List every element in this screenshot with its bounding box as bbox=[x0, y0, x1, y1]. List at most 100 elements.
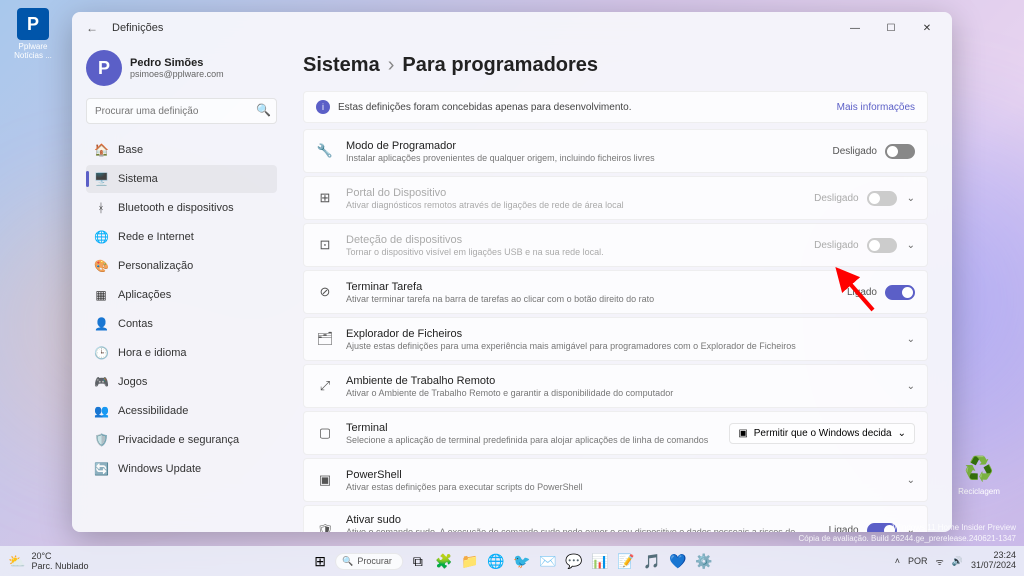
toggle-switch bbox=[867, 238, 897, 253]
recycle-label: Reciclagem bbox=[954, 487, 1004, 496]
weather-widget[interactable]: ⛅ 20°C Parc. Nublado bbox=[8, 551, 88, 571]
back-button[interactable]: ← bbox=[80, 21, 104, 35]
setting-status: Ligado bbox=[847, 287, 877, 298]
taskbar-clock[interactable]: 23:24 31/07/2024 bbox=[971, 551, 1016, 571]
nav-icon: 🖥️ bbox=[94, 172, 108, 186]
chevron-right-icon: › bbox=[388, 54, 395, 77]
setting-title: Deteção de dispositivos bbox=[346, 234, 814, 246]
toggle-switch[interactable] bbox=[885, 285, 915, 300]
tray-volume-icon[interactable]: 🔊 bbox=[952, 556, 963, 567]
taskbar-app[interactable]: 💬 bbox=[563, 550, 585, 572]
setting-desc: Ativar estas definições para executar sc… bbox=[346, 482, 897, 492]
setting-status: Desligado bbox=[814, 240, 858, 251]
recycle-bin[interactable]: ♻️ Reciclagem bbox=[954, 453, 1004, 496]
setting-row[interactable]: ⤢ Ambiente de Trabalho Remoto Ativar o A… bbox=[303, 364, 928, 408]
nav-label: Rede e Internet bbox=[118, 231, 194, 243]
app-icon: P bbox=[17, 8, 49, 40]
taskbar-app[interactable]: 🧩 bbox=[433, 550, 455, 572]
avatar: P bbox=[86, 50, 122, 86]
taskbar-app[interactable]: 📁 bbox=[459, 550, 481, 572]
sidebar-item[interactable]: 🛡️ Privacidade e segurança bbox=[86, 426, 277, 454]
nav-label: Windows Update bbox=[118, 463, 201, 475]
task-view-button[interactable]: ⧉ bbox=[407, 550, 429, 572]
weather-desc: Parc. Nublado bbox=[31, 561, 88, 571]
start-button[interactable]: ⊞ bbox=[309, 550, 331, 572]
setting-row[interactable]: ⊡ Deteção de dispositivos Tornar o dispo… bbox=[303, 223, 928, 267]
setting-row[interactable]: ▣ PowerShell Ativar estas definições par… bbox=[303, 458, 928, 502]
chevron-down-icon[interactable]: ⌄ bbox=[907, 240, 915, 251]
setting-status: Desligado bbox=[814, 193, 858, 204]
taskbar-app[interactable]: 🎵 bbox=[641, 550, 663, 572]
setting-title: Ativar sudo bbox=[346, 514, 829, 526]
sidebar-item[interactable]: 🖥️Sistema bbox=[86, 165, 277, 193]
tray-network-icon[interactable]: ᯤ bbox=[936, 555, 944, 568]
sidebar-item[interactable]: ▦Aplicações bbox=[86, 281, 277, 309]
nav-label: Jogos bbox=[118, 376, 147, 388]
nav-icon: 🕒 bbox=[94, 346, 108, 360]
nav-icon: 🛡️ bbox=[94, 433, 108, 447]
sidebar-item[interactable]: 🕒 Hora e idioma bbox=[86, 339, 277, 367]
sidebar-item[interactable]: 👥 Acessibilidade bbox=[86, 397, 277, 425]
desktop-shortcut[interactable]: P Pplware Notícias ... bbox=[8, 8, 58, 60]
info-link[interactable]: Mais informações bbox=[837, 102, 915, 113]
sidebar: P Pedro Simões psimoes@pplware.com 🔍 🏠Ba… bbox=[72, 44, 287, 532]
sidebar-item[interactable]: 🏠Base bbox=[86, 136, 277, 164]
maximize-button[interactable]: ☐ bbox=[874, 16, 908, 40]
nav-icon: 🎮 bbox=[94, 375, 108, 389]
breadcrumb-parent[interactable]: Sistema bbox=[303, 54, 380, 77]
setting-row[interactable]: ⊞ Portal do Dispositivo Ativar diagnósti… bbox=[303, 176, 928, 220]
taskbar-app[interactable]: 🐦 bbox=[511, 550, 533, 572]
setting-row[interactable]: 🗂 Explorador de Ficheiros Ajuste estas d… bbox=[303, 317, 928, 361]
setting-title: Explorador de Ficheiros bbox=[346, 328, 897, 340]
titlebar: ← Definições — ☐ ✕ bbox=[72, 12, 952, 44]
setting-title: Modo de Programador bbox=[346, 140, 833, 152]
toggle-switch bbox=[867, 191, 897, 206]
nav-icon: 🌐 bbox=[94, 230, 108, 244]
sidebar-item[interactable]: 🎮 Jogos bbox=[86, 368, 277, 396]
breadcrumb: Sistema › Para programadores bbox=[303, 54, 928, 77]
minimize-button[interactable]: — bbox=[838, 16, 872, 40]
taskbar-app[interactable]: 💙 bbox=[667, 550, 689, 572]
search-box[interactable]: 🔍 bbox=[86, 98, 277, 124]
nav-list: 🏠Base🖥️SistemaᚼBluetooth e dispositivos🌐… bbox=[86, 136, 277, 483]
chevron-down-icon[interactable]: ⌄ bbox=[907, 193, 915, 204]
tray-lang[interactable]: POR bbox=[908, 556, 928, 566]
nav-icon: 👤 bbox=[94, 317, 108, 331]
info-icon: i bbox=[316, 100, 330, 114]
sidebar-item[interactable]: 🔄Windows Update bbox=[86, 455, 277, 483]
breadcrumb-current: Para programadores bbox=[402, 54, 598, 77]
shortcut-label: Pplware Notícias ... bbox=[8, 42, 58, 60]
chevron-down-icon[interactable]: ⌄ bbox=[907, 381, 915, 392]
sidebar-item[interactable]: 👤 Contas bbox=[86, 310, 277, 338]
search-input[interactable] bbox=[86, 98, 277, 124]
sidebar-item[interactable]: 🎨Personalização bbox=[86, 252, 277, 280]
weather-temp: 20°C bbox=[31, 551, 88, 561]
setting-title: Terminal bbox=[346, 422, 729, 434]
nav-label: Hora e idioma bbox=[118, 347, 186, 359]
profile[interactable]: P Pedro Simões psimoes@pplware.com bbox=[86, 50, 277, 86]
taskbar-app[interactable]: ⚙️ bbox=[693, 550, 715, 572]
chevron-down-icon[interactable]: ⌄ bbox=[907, 334, 915, 345]
chevron-down-icon[interactable]: ⌄ bbox=[907, 475, 915, 486]
sidebar-item[interactable]: 🌐 Rede e Internet bbox=[86, 223, 277, 251]
profile-name: Pedro Simões bbox=[130, 57, 224, 69]
close-button[interactable]: ✕ bbox=[910, 16, 944, 40]
nav-icon: 👥 bbox=[94, 404, 108, 418]
nav-label: Contas bbox=[118, 318, 153, 330]
terminal-dropdown[interactable]: ▣Permitir que o Windows decida⌄ bbox=[729, 423, 915, 444]
setting-icon: 🔧 bbox=[316, 143, 334, 159]
taskbar: ⛅ 20°C Parc. Nublado ⊞ 🔍 Procurar ⧉ 🧩 📁 … bbox=[0, 546, 1024, 576]
toggle-switch[interactable] bbox=[885, 144, 915, 159]
nav-label: Acessibilidade bbox=[118, 405, 188, 417]
taskbar-app[interactable]: 🌐 bbox=[485, 550, 507, 572]
taskbar-search[interactable]: 🔍 Procurar bbox=[335, 553, 403, 570]
setting-desc: Ativar diagnósticos remotos através de l… bbox=[346, 200, 814, 210]
taskbar-app[interactable]: 📊 bbox=[589, 550, 611, 572]
tray-chevron[interactable]: ˄ bbox=[895, 556, 900, 566]
nav-label: Privacidade e segurança bbox=[118, 434, 239, 446]
profile-email: psimoes@pplware.com bbox=[130, 69, 224, 79]
taskbar-app[interactable]: 📝 bbox=[615, 550, 637, 572]
sidebar-item[interactable]: ᚼBluetooth e dispositivos bbox=[86, 194, 277, 222]
taskbar-app[interactable]: ✉️ bbox=[537, 550, 559, 572]
info-text: Estas definições foram concebidas apenas… bbox=[338, 102, 632, 113]
